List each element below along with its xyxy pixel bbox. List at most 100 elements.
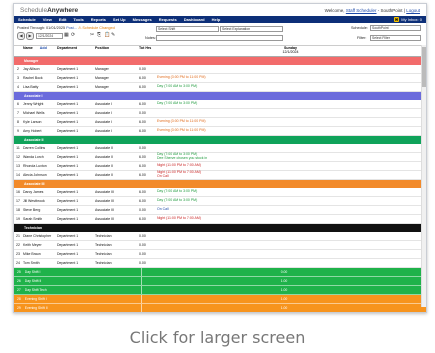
total-hours: 0.00 — [139, 208, 146, 212]
table-row[interactable]: 9 Amy Hobert Department 1 Associate I 6.00 Ev… — [14, 127, 426, 136]
employee-name: Tom Smith — [23, 261, 40, 265]
position: Associate I — [95, 111, 113, 115]
scrollbar-thumb[interactable] — [422, 47, 426, 87]
menu-item-set-up[interactable]: Set Up — [113, 17, 126, 22]
shift-cell[interactable]: Day (7:00 AM to 3:00 PM) Dee Sherve chos… — [155, 153, 426, 160]
shift-cell[interactable]: Night (11:00 PM to 7:00 AM) On Call — [155, 171, 426, 178]
table-row[interactable]: 8 Kyle Larson Department 1 Associate I 6.00 E… — [14, 118, 426, 127]
employee-name: Steve Berg — [23, 208, 41, 212]
department: Department 1 — [57, 76, 79, 80]
table-row[interactable]: 24 Tom Smith Department 1 Technician 0.00 — [14, 259, 426, 268]
department: Department 1 — [57, 252, 79, 256]
summary-value: 0.00 — [280, 270, 288, 274]
shift-cell[interactable]: Night (11:00 PM to 7:00 AM) — [155, 217, 426, 221]
total-hours: 0.00 — [139, 252, 146, 256]
shift-cell[interactable]: On Call — [155, 208, 426, 212]
schedule-select[interactable]: SouthPoint — [370, 25, 421, 31]
table-row[interactable]: 13 Rhonda Luxton Department 1 Associate II 6… — [14, 162, 426, 171]
prev-date-icon[interactable]: ◀ — [17, 32, 25, 40]
table-row[interactable]: 16 Darcy James Department 1 Associate III 6.… — [14, 188, 426, 197]
vertical-scrollbar[interactable] — [421, 45, 426, 307]
table-row[interactable]: 2 Jay Allison Department 1 Manager 0.00 — [14, 65, 426, 74]
employee-name: Rachel Bock — [23, 76, 43, 80]
copy-icon[interactable]: ⎘ — [97, 32, 101, 38]
total-hours: 0.00 — [139, 234, 146, 238]
table-row[interactable]: 6 Jenny Wright Department 1 Associate I 6.00… — [14, 100, 426, 109]
table-row[interactable]: 18 Steve Berg Department 1 Associate III 0.0… — [14, 206, 426, 215]
next-date-icon[interactable]: ▶ — [26, 32, 34, 40]
employee-name: Jay Allison — [23, 67, 40, 71]
col-dept-header[interactable]: Department — [57, 46, 95, 56]
notes-input[interactable] — [156, 35, 283, 41]
summary-label: 28 Evening Shift I — [17, 297, 47, 301]
table-row[interactable]: 21 Diane Christopher Department 1 Technicia… — [14, 232, 426, 241]
menu-item-help[interactable]: Help — [212, 17, 221, 22]
summary-label: 29 Evening Shift II — [17, 306, 48, 310]
employee-name: Darcy James — [23, 190, 44, 194]
row-number: 12 — [16, 155, 20, 159]
column-headers: Name Add Department Position Tot Hrs Sun… — [14, 46, 426, 57]
col-name-header[interactable]: Name Add — [22, 46, 57, 56]
table-row[interactable]: 17 Jill Westbrook Department 1 Associate II… — [14, 197, 426, 206]
table-row[interactable]: 12 Wanda Lorch Department 1 Associate II 6.0… — [14, 153, 426, 162]
calendar-icon[interactable]: ▦ — [64, 32, 69, 38]
menu-item-view[interactable]: View — [43, 17, 52, 22]
summary-value: 1.00 — [280, 279, 288, 283]
table-row[interactable]: 7 Michael Wells Department 1 Associate I 0.0… — [14, 109, 426, 118]
menu-item-schedule[interactable]: Schedule — [18, 17, 36, 22]
col-day-header[interactable]: Sunday 12/1/2024 — [155, 46, 426, 56]
total-hours: 6.00 — [139, 155, 146, 159]
shift-cell[interactable]: Evening (3:00 PM to 11:00 PM) — [155, 76, 426, 80]
total-hours: 6.00 — [139, 190, 146, 194]
menu-item-tools[interactable]: Tools — [73, 17, 83, 22]
menu-item-dashboard[interactable]: Dashboard — [184, 17, 205, 22]
explanation-select[interactable]: Select Explanation — [220, 26, 283, 32]
shift-select[interactable]: Select Shift — [156, 26, 219, 32]
paste-icon[interactable]: 📋 — [104, 32, 110, 38]
shift-cell[interactable]: Day (7:00 AM to 3:00 PM) — [155, 85, 426, 89]
shift-cell[interactable]: Evening (3:00 PM to 11:00 PM) — [155, 120, 426, 124]
table-row[interactable]: 19 Sarah Smith Department 1 Associate III 6.… — [14, 215, 426, 224]
col-pos-header[interactable]: Position — [95, 46, 139, 56]
employee-name: Diane Christopher — [23, 234, 52, 238]
clear-icon[interactable]: ✎ — [111, 32, 115, 38]
group-label: Associate I — [24, 94, 43, 98]
shift-summary: 25 Day Shift I 0.00 26 Day Shift II 1.00 27 Day… — [14, 268, 426, 312]
employee-name: Wanda Lorch — [23, 155, 44, 159]
filter-select[interactable]: Select Filter — [370, 35, 421, 41]
inbox-indicator[interactable]: ✉ My Inbox: 0 — [393, 17, 422, 22]
cut-icon[interactable]: ✂ — [90, 32, 94, 38]
total-hours: 0.00 — [139, 261, 146, 265]
menu-item-reports[interactable]: Reports — [91, 17, 106, 22]
shift-cell[interactable]: Day (7:00 AM to 3:00 PM) — [155, 102, 426, 106]
table-row[interactable]: 3 Rachel Bock Department 1 Manager 6.00 Eveni… — [14, 74, 426, 83]
total-hours: 6.00 — [139, 102, 146, 106]
position: Associate II — [95, 155, 114, 159]
menu-item-messages[interactable]: Messages — [133, 17, 152, 22]
table-row[interactable]: 23 Mike Braun Department 1 Technician 0.00 — [14, 250, 426, 259]
logout-link[interactable]: Logout — [406, 8, 420, 13]
table-row[interactable]: 11 Darren Collins Department 1 Associate II… — [14, 144, 426, 153]
group-header: Associate I — [14, 92, 426, 100]
shift-cell[interactable]: Evening (3:00 PM to 11:00 PM) — [155, 129, 426, 133]
menu-item-requests[interactable]: Requests — [159, 17, 177, 22]
shift-cell[interactable]: Night (11:00 PM to 7:00 AM) — [155, 164, 426, 168]
notes-label: Notes: — [145, 36, 156, 40]
date-input[interactable]: 12/1/2024 — [36, 33, 63, 39]
shift-cell[interactable]: Day (7:00 AM to 3:00 PM) — [155, 190, 426, 194]
col-hrs-header[interactable]: Tot Hrs — [139, 46, 155, 56]
total-hours: 0.00 — [139, 67, 146, 71]
refresh-icon[interactable]: ⟳ — [71, 32, 75, 38]
total-hours: 6.00 — [139, 120, 146, 124]
table-row[interactable]: 4 Lisa Batty Department 1 Manager 6.00 Day (7… — [14, 83, 426, 92]
user-link[interactable]: Staff Scheduler — [346, 8, 377, 13]
employee-name: Jenny Wright — [23, 102, 44, 106]
table-row[interactable]: 22 Keith Meyer Department 1 Technician 0.00 — [14, 241, 426, 250]
post-link[interactable]: Post... — [66, 26, 77, 30]
add-link[interactable]: Add — [40, 46, 47, 50]
table-row[interactable]: 14 Alecia Johnson Department 1 Associate II… — [14, 171, 426, 180]
shift-cell[interactable]: Day (7:00 AM to 3:00 PM) — [155, 199, 426, 203]
menu-item-edit[interactable]: Edit — [59, 17, 67, 22]
department: Department 1 — [57, 102, 79, 106]
row-number: 4 — [17, 85, 19, 89]
